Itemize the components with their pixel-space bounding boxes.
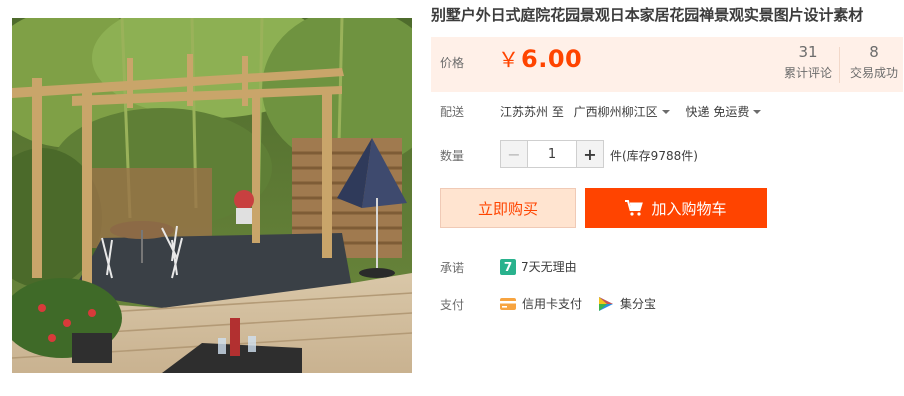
decrease-button[interactable]: −: [501, 141, 527, 167]
quantity-input[interactable]: 1: [527, 141, 577, 167]
reviews-stat[interactable]: 31 累计评论: [783, 43, 833, 81]
stat-divider: [839, 47, 840, 83]
reviews-label: 累计评论: [783, 66, 832, 80]
product-image[interactable]: [12, 18, 412, 373]
cart-icon: [625, 200, 644, 216]
payment-jifenbao[interactable]: 集分宝: [598, 295, 656, 312]
ship-to: 广西柳州柳江区: [573, 105, 658, 119]
add-to-cart-button[interactable]: 加入购物车: [585, 188, 767, 228]
add-to-cart-label: 加入购物车: [651, 199, 727, 218]
promise-item[interactable]: 7 7天无理由: [500, 258, 577, 275]
trades-stat: 8 交易成功: [848, 43, 900, 81]
ship-to-select[interactable]: 广西柳州柳江区: [574, 103, 670, 120]
credit-card-text: 信用卡支付: [522, 297, 583, 311]
credit-card-icon: [500, 297, 516, 310]
quantity-label: 数量: [440, 149, 465, 163]
payment-credit-card[interactable]: 信用卡支付: [500, 295, 582, 312]
shipping-label: 配送: [440, 105, 465, 119]
ship-method-select[interactable]: 快递 免运费: [686, 103, 762, 120]
garden-photo: [12, 18, 412, 373]
product-title: 别墅户外日式庭院花园景观日本家居花园禅景观实景图片设计素材: [431, 6, 864, 24]
buy-now-button[interactable]: 立即购买: [440, 188, 576, 228]
trades-label: 交易成功: [849, 66, 898, 80]
promise-text: 7天无理由: [521, 260, 577, 274]
seven-day-return-icon: 7: [500, 258, 516, 275]
jifenbao-text: 集分宝: [620, 297, 657, 311]
chevron-down-icon: [661, 109, 670, 114]
promise-label: 承诺: [440, 261, 465, 275]
ship-method: 快递 免运费: [685, 105, 750, 119]
quantity-stepper: − 1 +: [500, 140, 604, 168]
stock-text: 件(库存9788件): [610, 149, 698, 163]
currency-symbol: ￥: [498, 48, 519, 72]
shipping-info: 江苏苏州 至 广西柳州柳江区 快递 免运费: [500, 103, 762, 120]
increase-button[interactable]: +: [577, 141, 603, 167]
price-amount: 6.00: [521, 45, 583, 73]
price-label: 价格: [440, 56, 465, 70]
trades-count: 8: [869, 43, 879, 61]
jifenbao-icon: [599, 296, 613, 311]
price-value: ￥6.00: [498, 44, 582, 74]
chevron-down-icon: [753, 109, 762, 114]
ship-from: 江苏苏州 至: [500, 105, 564, 119]
payment-label: 支付: [440, 298, 465, 312]
price-box: 价格 ￥6.00 31 累计评论 8 交易成功: [431, 37, 903, 92]
reviews-count: 31: [798, 43, 818, 61]
